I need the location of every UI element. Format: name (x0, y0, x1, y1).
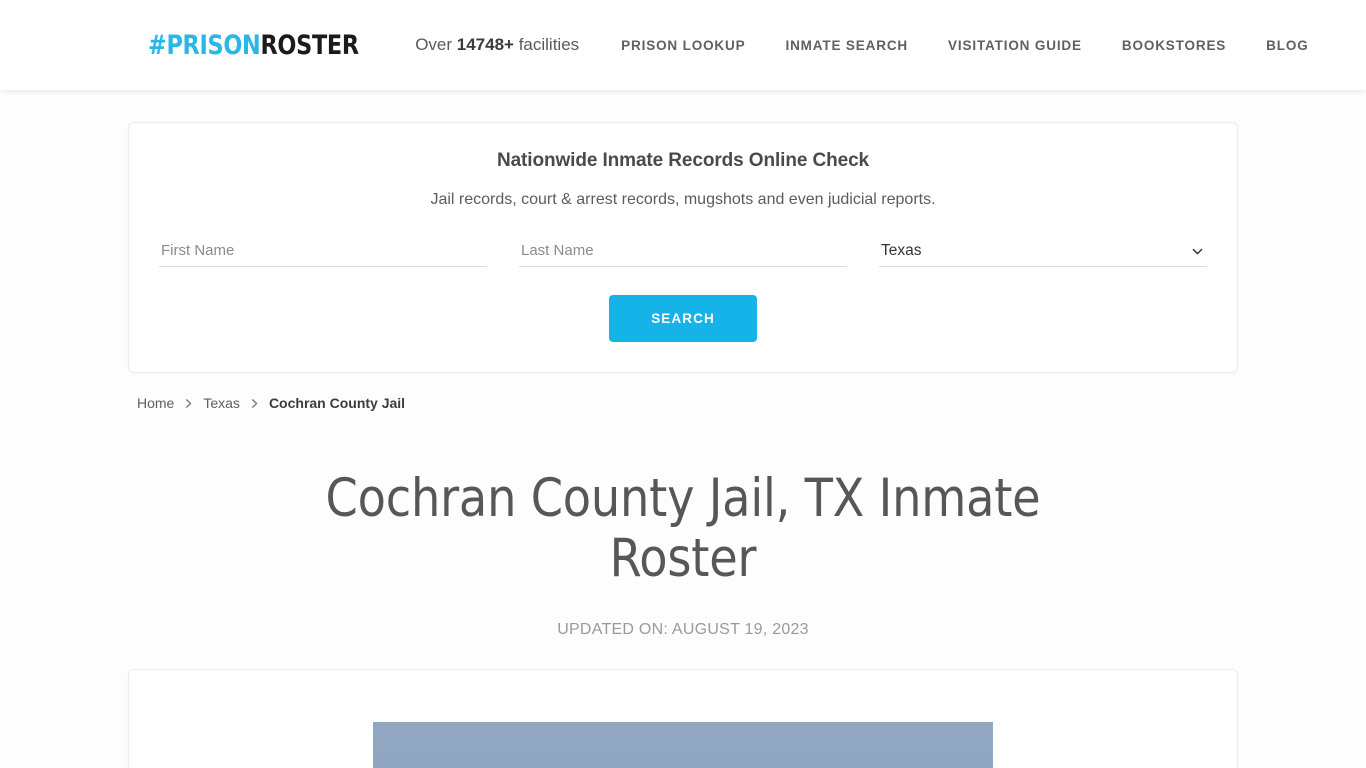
chevron-right-icon-2 (249, 398, 260, 409)
logo-roster-text: ROSTER (260, 29, 359, 61)
nav-item-prison-lookup[interactable]: PRISON LOOKUP (621, 38, 745, 53)
search-submit-button[interactable]: SEARCH (609, 295, 757, 342)
site-header: #PRISONROSTER Over 14748+ facilities PRI… (0, 0, 1366, 90)
facilities-number: 14748+ (456, 35, 514, 54)
facilities-prefix: Over (415, 35, 457, 54)
page-content-wrapper: Nationwide Inmate Records Online Check J… (128, 122, 1238, 768)
nav-item-blog[interactable]: BLOG (1266, 38, 1308, 53)
breadcrumb-item-current: Cochran County Jail (268, 395, 406, 411)
state-select[interactable]: Texas (879, 239, 1207, 267)
facility-photo (373, 721, 993, 768)
nav-item-visitation-guide[interactable]: VISITATION GUIDE (948, 38, 1082, 53)
state-field: Texas (879, 239, 1207, 267)
nav-item-bookstores[interactable]: BOOKSTORES (1122, 38, 1226, 53)
inmate-search-form: Texas (159, 238, 1207, 267)
breadcrumb-item-state[interactable]: Texas (203, 395, 240, 411)
breadcrumb: Home Texas Cochran County Jail (128, 395, 1238, 411)
breadcrumb-item-home[interactable]: Home (137, 395, 174, 411)
nav-item-inmate-search[interactable]: INMATE SEARCH (785, 38, 908, 53)
chevron-right-icon (183, 398, 194, 409)
search-button-row: SEARCH (159, 295, 1207, 342)
facilities-suffix: facilities (513, 35, 580, 54)
main-navigation: PRISON LOOKUP INMATE SEARCH VISITATION G… (621, 38, 1308, 53)
logo-hash-text: #PRISON (148, 29, 261, 61)
search-card-title: Nationwide Inmate Records Online Check (496, 150, 870, 171)
first-name-field (159, 238, 487, 267)
first-name-input[interactable] (159, 238, 487, 267)
page-updated-date: UPDATED ON: AUGUST 19, 2023 (557, 620, 809, 638)
inmate-search-card: Nationwide Inmate Records Online Check J… (128, 122, 1238, 373)
search-card-subtitle: Jail records, court & arrest records, mu… (430, 191, 936, 208)
page-title: Cochran County Jail, TX Inmate Roster (325, 468, 1041, 590)
last-name-input[interactable] (519, 238, 847, 267)
facilities-count-text: Over 14748+ facilities (415, 35, 579, 55)
last-name-field (519, 238, 847, 267)
facility-content-card (128, 668, 1238, 768)
site-logo[interactable]: #PRISONROSTER (148, 32, 359, 59)
